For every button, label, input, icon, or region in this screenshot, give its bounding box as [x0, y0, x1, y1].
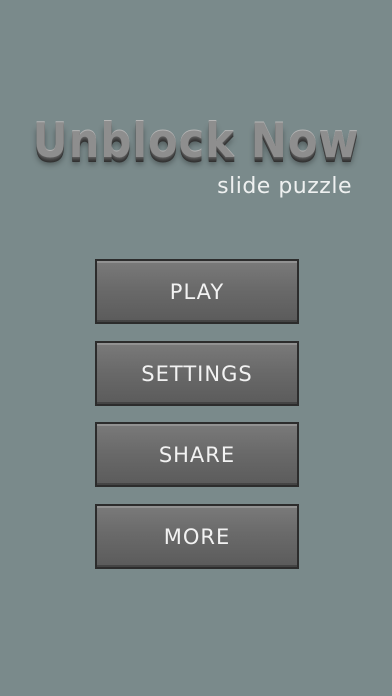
play-button[interactable]: PLAY [95, 259, 299, 324]
play-button-label: PLAY [169, 279, 225, 304]
game-subtitle: slide puzzle [217, 174, 352, 199]
share-button[interactable]: SHARE [95, 422, 299, 487]
settings-button-label: SETTINGS [141, 361, 253, 386]
game-title: Unblock Now [32, 114, 360, 169]
more-button-label: MORE [163, 524, 231, 549]
main-menu-screen: Unblock Now slide puzzle PLAY SETTINGS S… [0, 0, 392, 696]
share-button-label: SHARE [158, 442, 236, 467]
more-button[interactable]: MORE [95, 504, 299, 569]
settings-button[interactable]: SETTINGS [95, 341, 299, 406]
